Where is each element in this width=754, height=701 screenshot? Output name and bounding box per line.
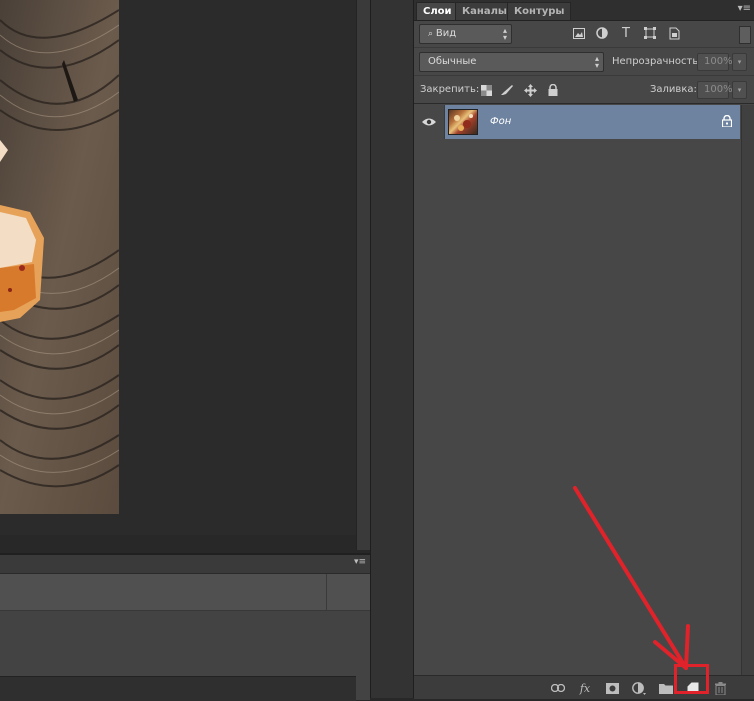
annotation-arrow	[573, 486, 690, 670]
new-layer-highlight-box	[674, 664, 709, 694]
